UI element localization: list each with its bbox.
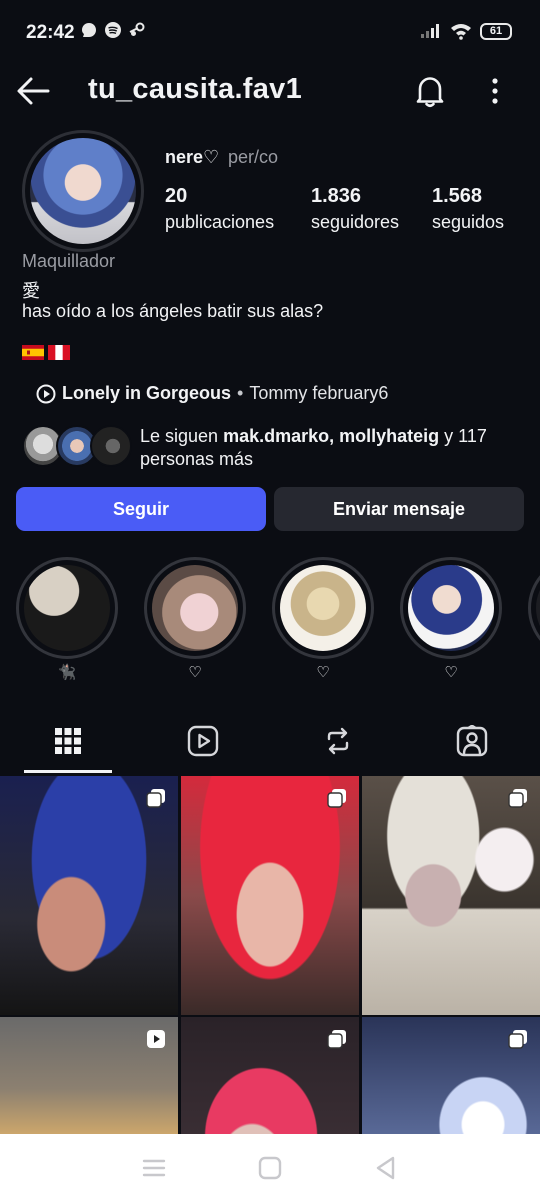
avatar-image [30,138,136,244]
play-circle-icon [36,384,56,403]
stat-posts-value: 20 [165,185,188,207]
spotify-icon [105,22,121,38]
send-message-button[interactable]: Enviar mensaje [274,487,524,531]
highlight-cover [24,565,110,651]
highlight-ring [272,557,374,659]
post-image [362,776,540,1015]
highlight-label: ♡ [316,664,330,681]
profile-header: tu_causita.fav1 [0,66,540,118]
tab-grid[interactable] [24,712,112,770]
bio-line-1: 愛 [22,281,40,301]
post-thumbnail[interactable] [362,1017,540,1134]
tab-reels[interactable] [159,712,247,770]
carousel-icon [508,789,527,808]
chat-bubble-icon [82,23,96,37]
followed-by-prefix: Le siguen [140,426,224,446]
highlight-label: 🐈‍⬛ [57,664,77,681]
grid-icon [55,728,81,754]
wifi-icon [451,24,471,40]
highlight-ring [144,557,246,659]
reel-play-icon [147,1030,165,1048]
reels-icon [187,725,219,757]
highlight-cover [536,565,540,651]
stat-followers-label: seguidores [311,212,400,232]
song-title: Lonely in Gorgeous [62,383,232,403]
post-thumbnail[interactable] [181,776,359,1015]
story-highlight[interactable]: ♡ [144,557,246,683]
tagged-icon [456,725,488,757]
followed-by-names: mak.dmarko, mollyhateig [223,426,440,446]
back-nav-icon[interactable] [372,1154,400,1182]
stat-following[interactable]: 1.568 seguidos [432,184,504,236]
system-navigation-bar [0,1134,540,1199]
stat-following-value: 1.568 [432,185,483,207]
battery-level: 61 [489,25,503,37]
carousel-icon [327,1030,346,1049]
stat-followers-value: 1.836 [311,185,362,207]
tab-reposts[interactable] [294,712,382,770]
mutual-avatar-3 [90,425,132,467]
highlight-ring [16,557,118,659]
recent-apps-icon[interactable] [140,1154,168,1182]
bio-flags [22,345,70,360]
highlight-ring [528,557,540,659]
back-arrow-icon[interactable] [16,76,50,106]
post-thumbnail[interactable] [362,776,540,1015]
stat-posts[interactable]: 20 publicaciones [165,184,274,236]
song-artist: Tommy february6 [249,383,389,403]
more-options-icon[interactable] [484,75,506,107]
highlight-cover [280,565,366,651]
post-image [181,776,359,1015]
active-tab-indicator [24,770,112,773]
carousel-icon [327,789,346,808]
stat-posts-label: publicaciones [165,212,275,232]
profile-avatar[interactable] [22,130,144,252]
highlight-cover [408,565,494,651]
story-highlight[interactable]: 🐈‍⬛ [16,557,118,683]
home-icon[interactable] [256,1154,284,1182]
profile-category: Maquillador [22,251,116,271]
pronouns: per/co [228,147,279,167]
carousel-icon [508,1030,527,1049]
profile-username: tu_causita.fav1 [88,73,303,105]
song-separator: • [237,383,244,403]
highlight-label: ♡ [188,664,202,681]
mutual-followers-avatars[interactable] [22,425,132,467]
stat-followers[interactable]: 1.836 seguidores [311,184,399,236]
bio-line-2: has oído a los ángeles batir sus alas? [22,301,324,321]
post-thumbnail[interactable] [0,776,178,1015]
battery-indicator: 61 [480,22,512,40]
post-thumbnail[interactable] [0,1017,178,1134]
followed-by-text[interactable]: Le siguen mak.dmarko, mollyhateig y 117 … [140,425,530,471]
highlight-label: ♡ [444,664,458,681]
highlight-cover [152,565,238,651]
display-name: nere♡ [165,147,220,167]
post-image [0,776,178,1015]
status-time: 22:42 [26,22,75,43]
signal-icon [421,24,439,38]
follow-button[interactable]: Seguir [16,487,266,531]
status-notification-icons [80,21,146,39]
carousel-icon [146,789,165,808]
tab-tagged[interactable] [428,712,516,770]
story-highlight[interactable]: ♡ [272,557,374,683]
story-highlight[interactable]: ♡ [400,557,502,683]
highlight-ring [400,557,502,659]
notification-bell-icon[interactable] [412,73,448,109]
story-highlight-partial[interactable] [528,557,540,659]
steam-icon [129,22,145,36]
post-thumbnail[interactable] [181,1017,359,1134]
status-system-icons: 61 [420,22,512,40]
posts-grid [0,776,540,1134]
reposts-icon [327,727,349,755]
profile-music[interactable]: Lonely in Gorgeous • Tommy february6 [36,383,388,404]
spain-flag-icon [22,345,44,360]
status-bar: 22:42 61 [0,0,540,66]
stat-following-label: seguidos [432,212,505,232]
peru-flag-icon [48,345,70,360]
profile-tabs [0,712,540,774]
